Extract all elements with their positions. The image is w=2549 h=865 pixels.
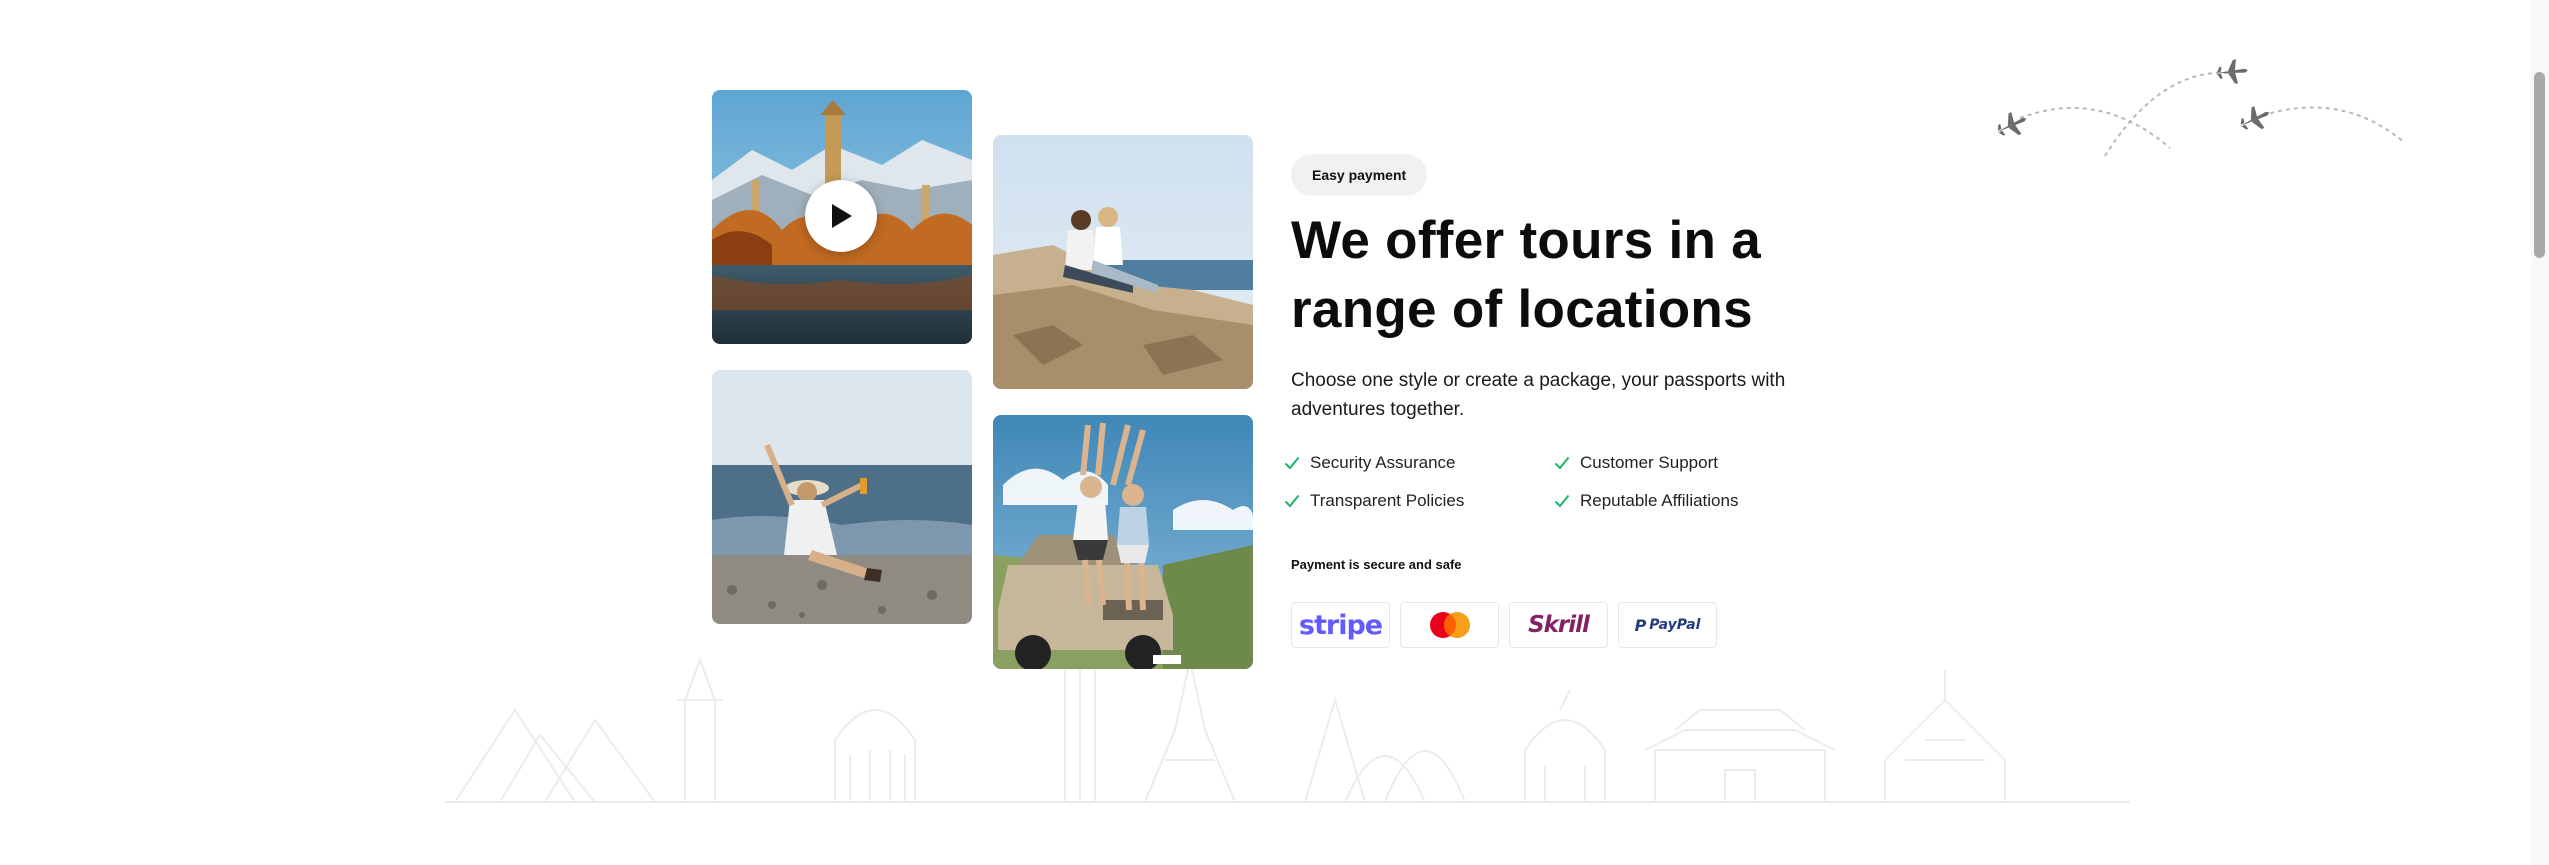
check-icon <box>1554 494 1570 508</box>
stripe-logo: stripe <box>1291 602 1390 648</box>
airplanes-decoration <box>1996 59 2406 157</box>
feature-transparent-policies: Transparent Policies <box>1284 491 1464 511</box>
feature-label: Reputable Affiliations <box>1580 491 1739 510</box>
gallery-image-cliff[interactable] <box>993 135 1253 389</box>
skrill-logo-text: Skrill <box>1528 612 1590 638</box>
check-icon <box>1554 456 1570 470</box>
gallery-image-jeep[interactable] <box>993 415 1253 669</box>
play-icon <box>832 204 852 228</box>
check-icon <box>1284 494 1300 508</box>
stripe-logo-text: stripe <box>1298 609 1383 641</box>
easy-payment-badge: Easy payment <box>1291 154 1428 196</box>
feature-security-assurance: Security Assurance <box>1284 453 1456 473</box>
airplane-icon <box>1996 112 2027 136</box>
feature-label: Security Assurance <box>1310 453 1456 472</box>
paypal-icon: P <box>1634 615 1647 635</box>
feature-label: Transparent Policies <box>1310 491 1465 510</box>
mastercard-icon <box>1429 612 1470 638</box>
paypal-logo-text: PayPal <box>1649 617 1701 633</box>
feature-customer-support: Customer Support <box>1554 453 1718 473</box>
payment-secure-note: Payment is secure and safe <box>1291 557 1462 572</box>
mastercard-logo <box>1400 602 1499 648</box>
feature-reputable-affiliations: Reputable Affiliations <box>1554 491 1738 511</box>
airplane-icon <box>2215 59 2248 84</box>
check-icon <box>1284 456 1300 470</box>
vertical-scrollbar-thumb[interactable] <box>2534 72 2545 258</box>
section-description: Choose one style or create a package, yo… <box>1291 370 1786 420</box>
gallery-image-beach[interactable] <box>712 370 972 624</box>
play-video-button[interactable] <box>805 180 877 252</box>
feature-label: Customer Support <box>1580 453 1718 472</box>
section-title: We offer tours in a range of locations <box>1291 211 1761 339</box>
landmarks-skyline-background <box>445 640 2130 803</box>
airplane-icon <box>2239 106 2270 130</box>
skrill-logo: Skrill <box>1509 602 1608 648</box>
paypal-logo: P PayPal <box>1618 602 1717 648</box>
